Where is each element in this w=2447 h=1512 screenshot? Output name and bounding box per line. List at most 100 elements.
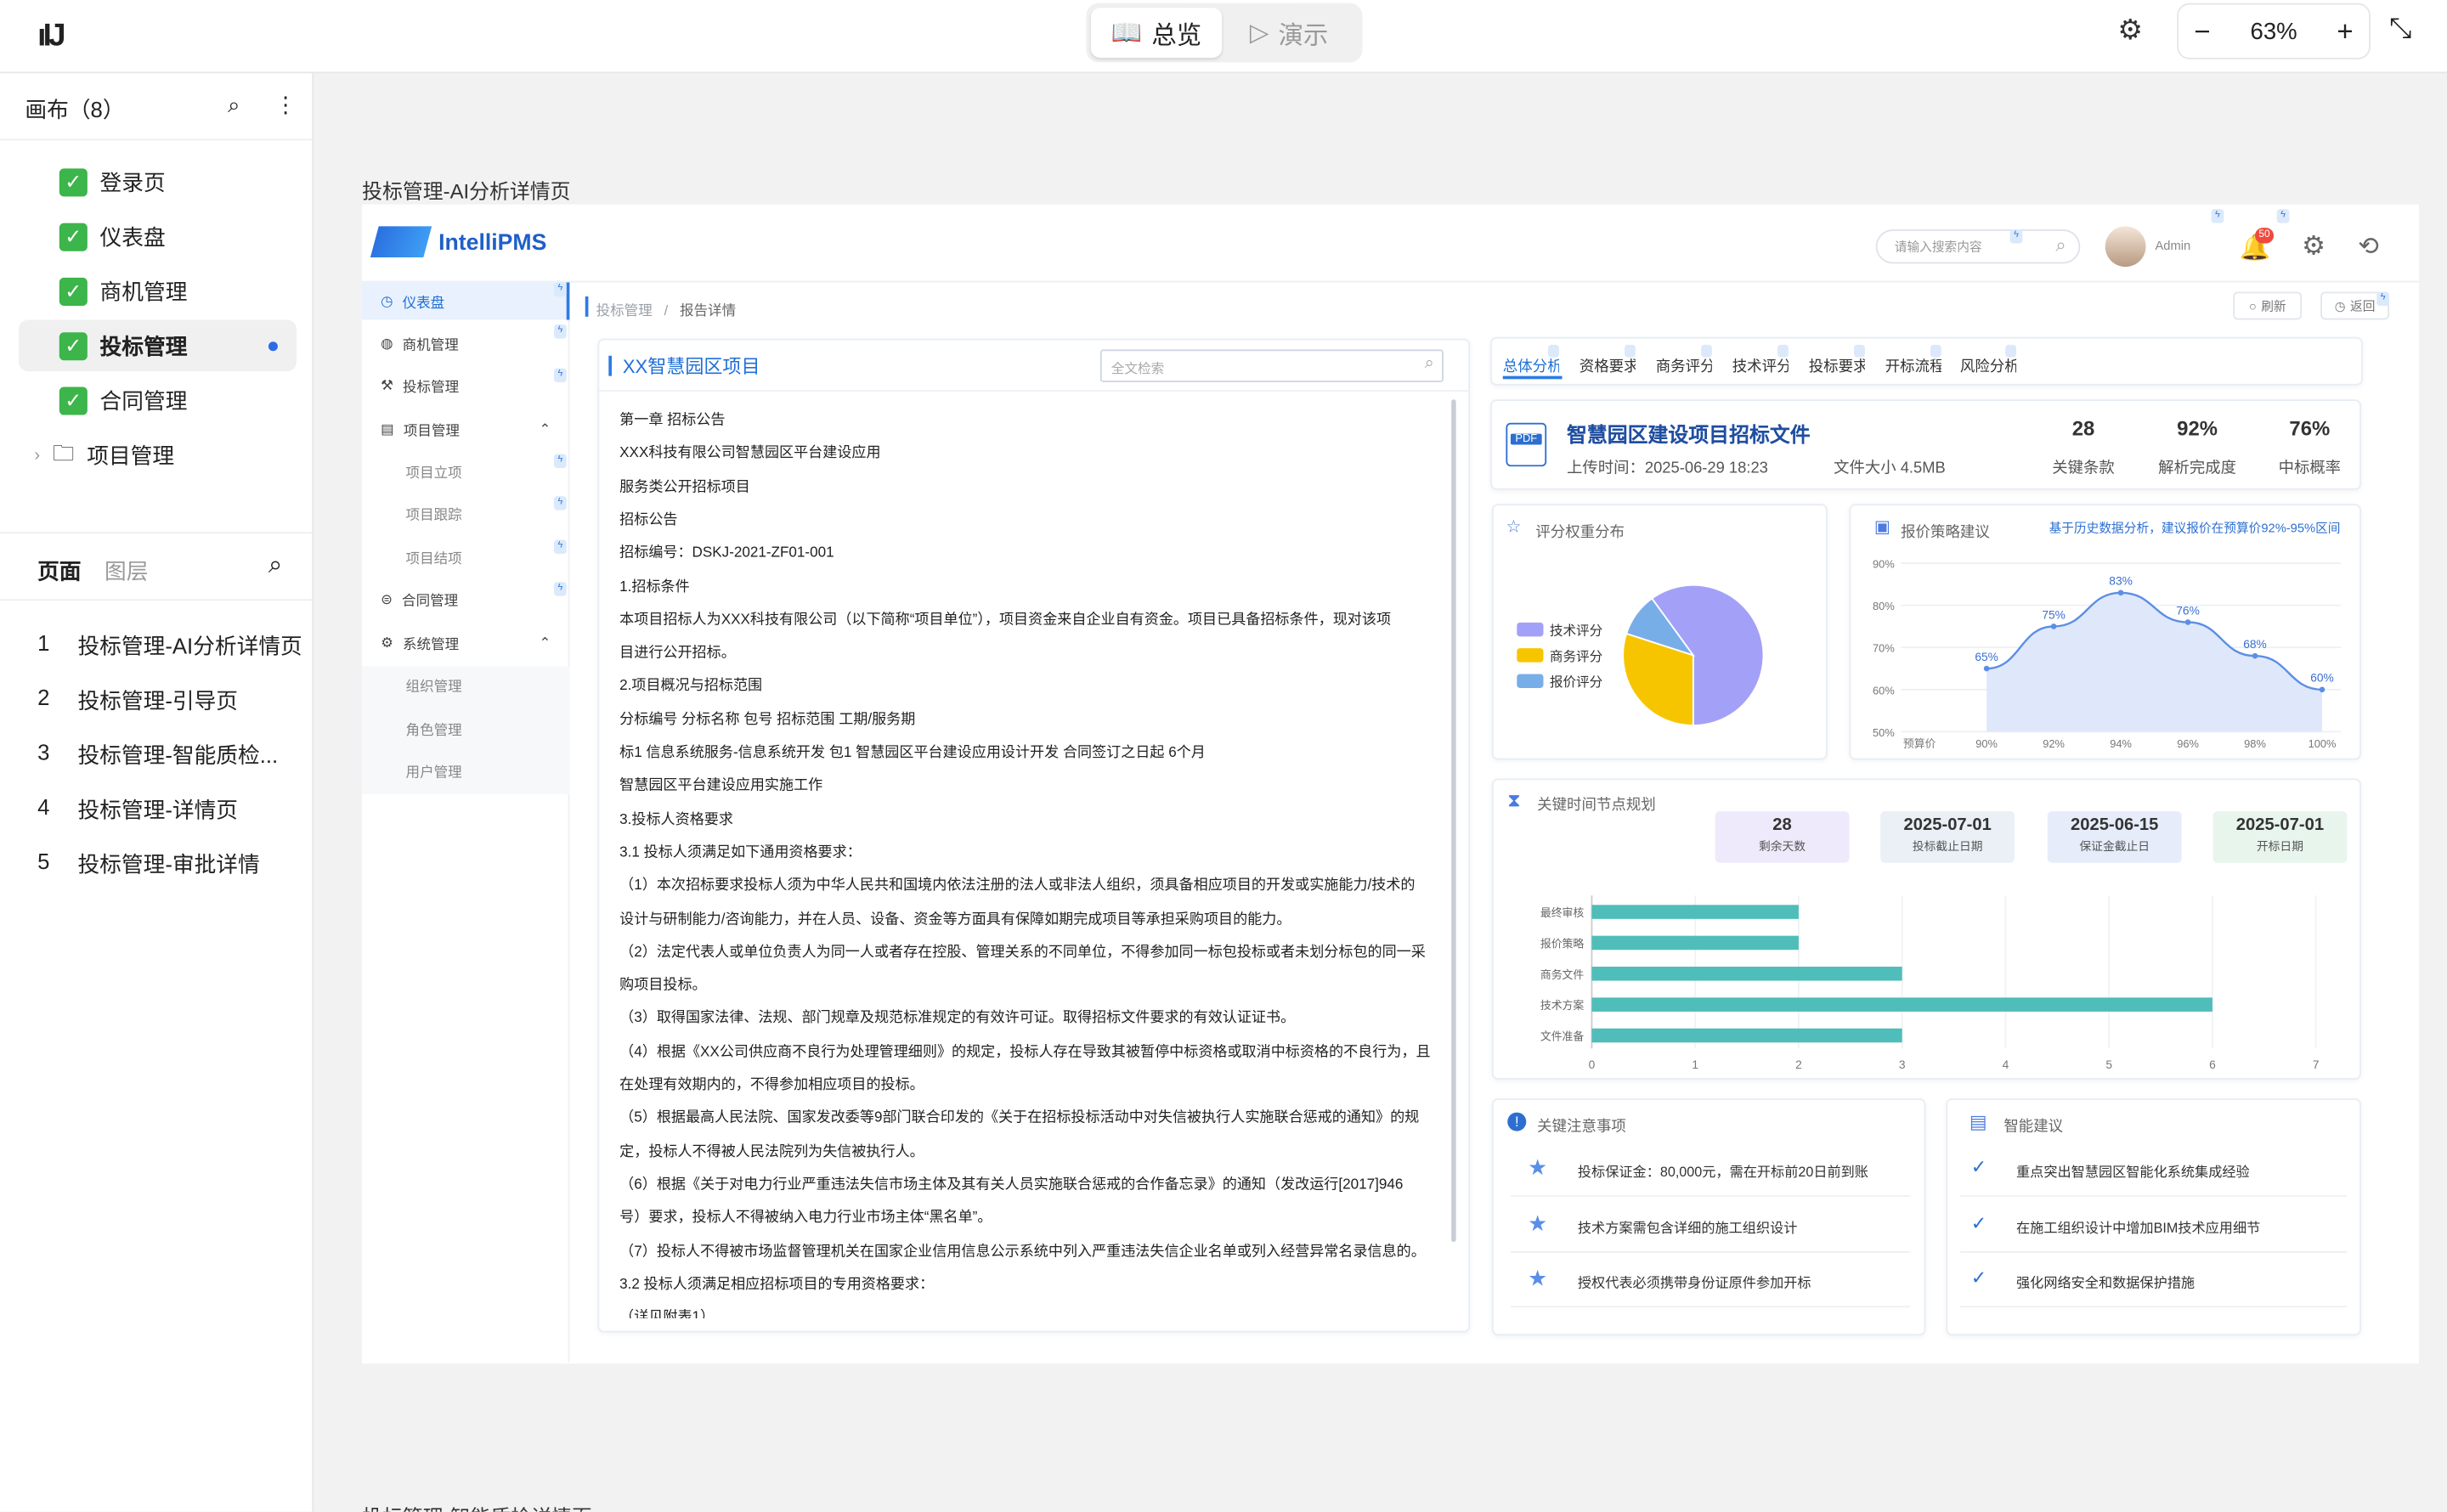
data-point xyxy=(1983,665,1990,672)
ai-flash-icon xyxy=(1701,344,1712,358)
breadcrumb-root[interactable]: 投标管理 xyxy=(596,302,653,318)
tab-0[interactable]: 总体分析 xyxy=(1503,354,1559,375)
pdf-icon-text: PDF xyxy=(1510,433,1542,445)
milestone-label: 剩余天数 xyxy=(1758,839,1806,854)
brand-logo-icon xyxy=(370,226,432,258)
document-line: 服务类公开招标项目 xyxy=(619,478,750,494)
frame2-title[interactable]: 投标管理-智能质检详情页 xyxy=(362,1501,592,1511)
legend-swatch xyxy=(1517,622,1544,637)
pdf-icon: PDF xyxy=(1506,422,1547,467)
zoom-control: − 63% + xyxy=(2177,3,2371,59)
document-line: （详见附表1） xyxy=(619,1309,715,1319)
stat-value: 92% xyxy=(2177,416,2218,440)
tab-2[interactable]: 商务评分 xyxy=(1656,354,1712,375)
y-tick: 最终审核 xyxy=(1540,906,1585,919)
data-label: 68% xyxy=(2243,638,2267,651)
nav-label: 商机管理 xyxy=(402,336,459,353)
settings-sliders-icon[interactable]: ⚙ xyxy=(2117,14,2143,48)
document-line: 2.项目概况与招标范围 xyxy=(619,677,763,694)
canvas-item-dashboard[interactable]: ✓ 仪表盘 xyxy=(19,211,297,262)
document-line: （2）法定代表人或单位负责人为同一人或者存在控股、管理关系的不同单位，不得参加同… xyxy=(619,943,1426,960)
y-tick: 50% xyxy=(1873,726,1895,739)
more-icon[interactable]: ⋮ xyxy=(274,92,297,118)
search-icon: ⌕ xyxy=(1424,353,1434,373)
check-icon: ✓ xyxy=(59,331,88,360)
ai-flash-icon: ϟ xyxy=(2276,209,2290,223)
bar-0 xyxy=(1591,905,1799,919)
location-icon: ◍ xyxy=(381,334,393,351)
divider xyxy=(1510,1250,1911,1252)
overview-label: 总览 xyxy=(1151,23,1202,50)
document-line: 在处理有效期内的，不得参加相应项目的投标。 xyxy=(619,1076,924,1092)
data-point xyxy=(2319,686,2325,693)
check-icon: ✓ xyxy=(59,277,88,306)
zoom-level[interactable]: 63% xyxy=(2250,18,2297,44)
zoom-in-button[interactable]: + xyxy=(2337,14,2353,48)
tab-4[interactable]: 投标要求 xyxy=(1809,354,1865,375)
document-line: （7）投标人不得被市场监督管理机关在国家企业信用信息公示系统中列入严重违法失信企… xyxy=(619,1242,1426,1259)
avatar[interactable] xyxy=(2105,226,2146,268)
document-search-input[interactable]: 全文检索 ⌕ xyxy=(1099,349,1444,382)
y-tick: 60% xyxy=(1873,684,1895,697)
app-logo[interactable]: ıIJ xyxy=(37,19,66,54)
nav-label: 投标管理 xyxy=(403,378,460,394)
stat-label: 关键条款 xyxy=(2052,460,2115,478)
present-mode-button[interactable]: ▷ 演示 xyxy=(1224,8,1354,58)
x-tick: 0 xyxy=(1589,1058,1596,1071)
legend-label: 商务评分 xyxy=(1550,649,1602,664)
breadcrumb: 投标管理 / 报告详情 xyxy=(596,300,737,320)
document-line: 分标编号 分标名称 包号 招标范围 工期/服务期 xyxy=(619,710,916,727)
breadcrumb-current: 报告详情 xyxy=(679,302,737,319)
document-line: 3.1 投标人须满足如下通用资格要求： xyxy=(619,843,862,860)
tab-3[interactable]: 技术评分 xyxy=(1732,354,1789,375)
tab-6[interactable]: 风险分析 xyxy=(1960,354,2016,375)
tab-5[interactable]: 开标流程 xyxy=(1885,354,1941,375)
nav-item-dashboard[interactable]: ◷ 仪表盘 xyxy=(362,282,570,320)
canvas-item-bidding[interactable]: ✓ 投标管理 xyxy=(19,319,297,372)
data-point xyxy=(2117,590,2124,596)
logout-icon[interactable]: ⟲ xyxy=(2358,231,2379,262)
ai-flash-icon: ϟ xyxy=(2211,209,2224,223)
milestone-label: 保证金截止日 xyxy=(2079,839,2150,854)
star-icon: ★ xyxy=(1528,1210,1548,1235)
x-tick: 98% xyxy=(2244,737,2266,750)
back-label: 返回 xyxy=(2350,298,2376,313)
x-tick: 5 xyxy=(2105,1058,2112,1071)
document-line: 目进行公开招标。 xyxy=(619,644,736,661)
nav-item-opportunity[interactable]: ◍ 商机管理 xyxy=(362,324,569,362)
bar-1 xyxy=(1591,935,1799,951)
overview-mode-button[interactable]: 📖 总览 xyxy=(1090,8,1223,58)
ai-flash-icon: ϟ xyxy=(554,368,567,382)
legend-label: 报价评分 xyxy=(1550,674,1602,690)
gear-icon[interactable]: ⚙ xyxy=(2302,231,2325,262)
canvas-item-login[interactable]: ✓ 登录页 xyxy=(19,156,297,208)
line-title: 报价策略建议 xyxy=(1901,524,1990,542)
advice-title: 智能建议 xyxy=(2003,1118,2064,1137)
line-subtitle: 基于历史数据分析，建议报价在预算价92%-95%区间 xyxy=(2049,521,2341,535)
user-name[interactable]: Admin xyxy=(2155,239,2190,253)
search-icon[interactable]: ⌕ xyxy=(228,92,240,118)
collapse-icon[interactable]: ⤡ xyxy=(2389,13,2411,46)
canvas-header: 画布（8） xyxy=(25,96,125,122)
document-line: 1.招标条件 xyxy=(619,578,690,594)
x-tick: 2 xyxy=(1795,1058,1802,1071)
zoom-out-button[interactable]: − xyxy=(2194,14,2210,48)
header-search-input[interactable]: 请输入搜索内容 ⌕ xyxy=(1875,228,2081,264)
canvas-item-opportunity[interactable]: ✓ 商机管理 xyxy=(19,265,297,317)
canvas-label: 登录页 xyxy=(99,169,166,195)
document-line: 购项目投标。 xyxy=(619,976,707,993)
brand-name[interactable]: IntelliPMS xyxy=(438,231,546,256)
refresh-button[interactable]: ○ 刷新 xyxy=(2233,291,2303,320)
advice-item: 在施工组织设计中增加BIM技术应用细节 xyxy=(2016,1219,2261,1235)
tab-1[interactable]: 资格要求 xyxy=(1580,354,1636,375)
ai-flash-icon: ϟ xyxy=(554,324,567,339)
advice-icon: ▤ xyxy=(1969,1110,1987,1133)
x-tick: 96% xyxy=(2177,737,2199,750)
frame-title[interactable]: 投标管理-AI分析详情页 xyxy=(362,175,570,205)
document-line: 智慧园区平台建设应用实施工作 xyxy=(619,777,823,793)
check-icon: ✓ xyxy=(1970,1211,1987,1233)
document-line: 设计与研制能力/咨询能力，并在人员、设备、资金等方面具有保障如期完成项目等承担采… xyxy=(619,910,1291,927)
y-tick: 90% xyxy=(1873,558,1895,571)
check-icon: ✓ xyxy=(59,222,88,251)
back-icon: ◷ xyxy=(2334,298,2346,313)
